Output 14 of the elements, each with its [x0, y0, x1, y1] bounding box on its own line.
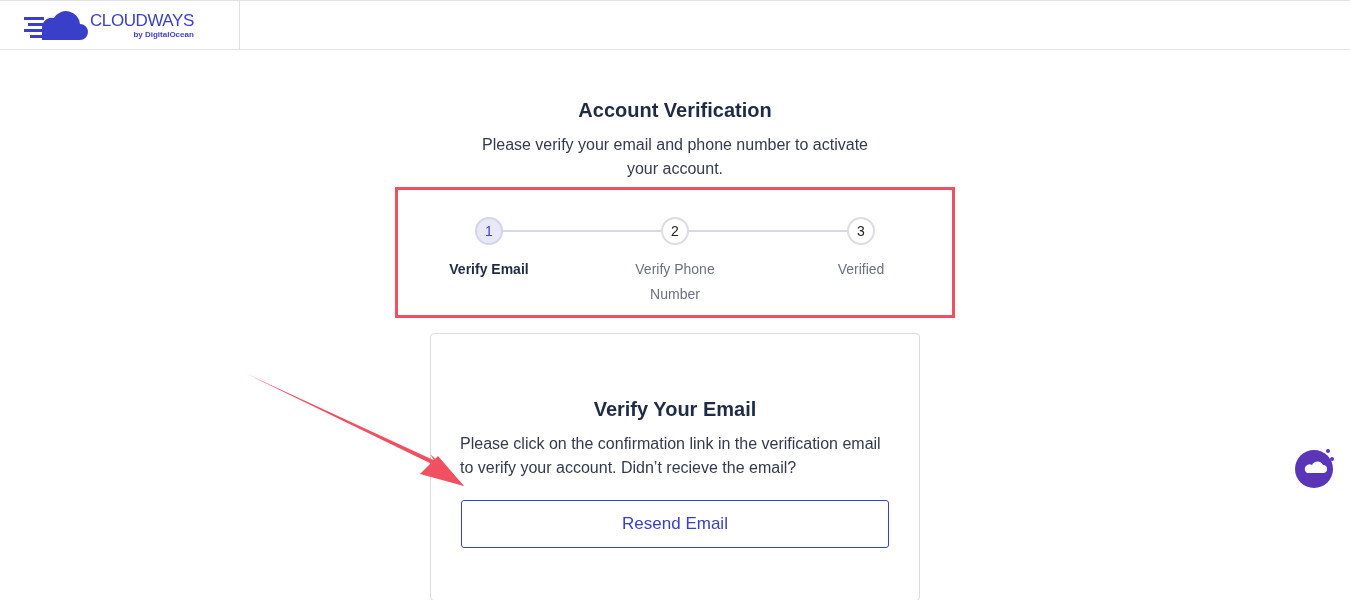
- step-label: Verify Phone Number: [634, 260, 716, 304]
- step-indicator: 3: [847, 217, 875, 245]
- step-label: Verify Email: [448, 260, 530, 279]
- step-indicator: 2: [661, 217, 689, 245]
- card-message: Please click on the confirmation link in the verification email to verify your account. Didn’t recieve the email?: [460, 434, 882, 478]
- brand-tagline: by DigitalOcean: [133, 30, 194, 39]
- page-subtitle: Please verify your email and phone number to activate your account.: [481, 135, 869, 179]
- step-indicator: 1: [475, 217, 503, 245]
- brand-name: CLOUDWAYS: [90, 11, 194, 29]
- resend-email-button[interactable]: Resend Email: [461, 500, 889, 548]
- cloud-logo-icon: [24, 8, 88, 42]
- step-label: Verified: [836, 260, 886, 279]
- page-title: Account Verification: [578, 98, 772, 123]
- card-title: Verify Your Email: [593, 397, 757, 422]
